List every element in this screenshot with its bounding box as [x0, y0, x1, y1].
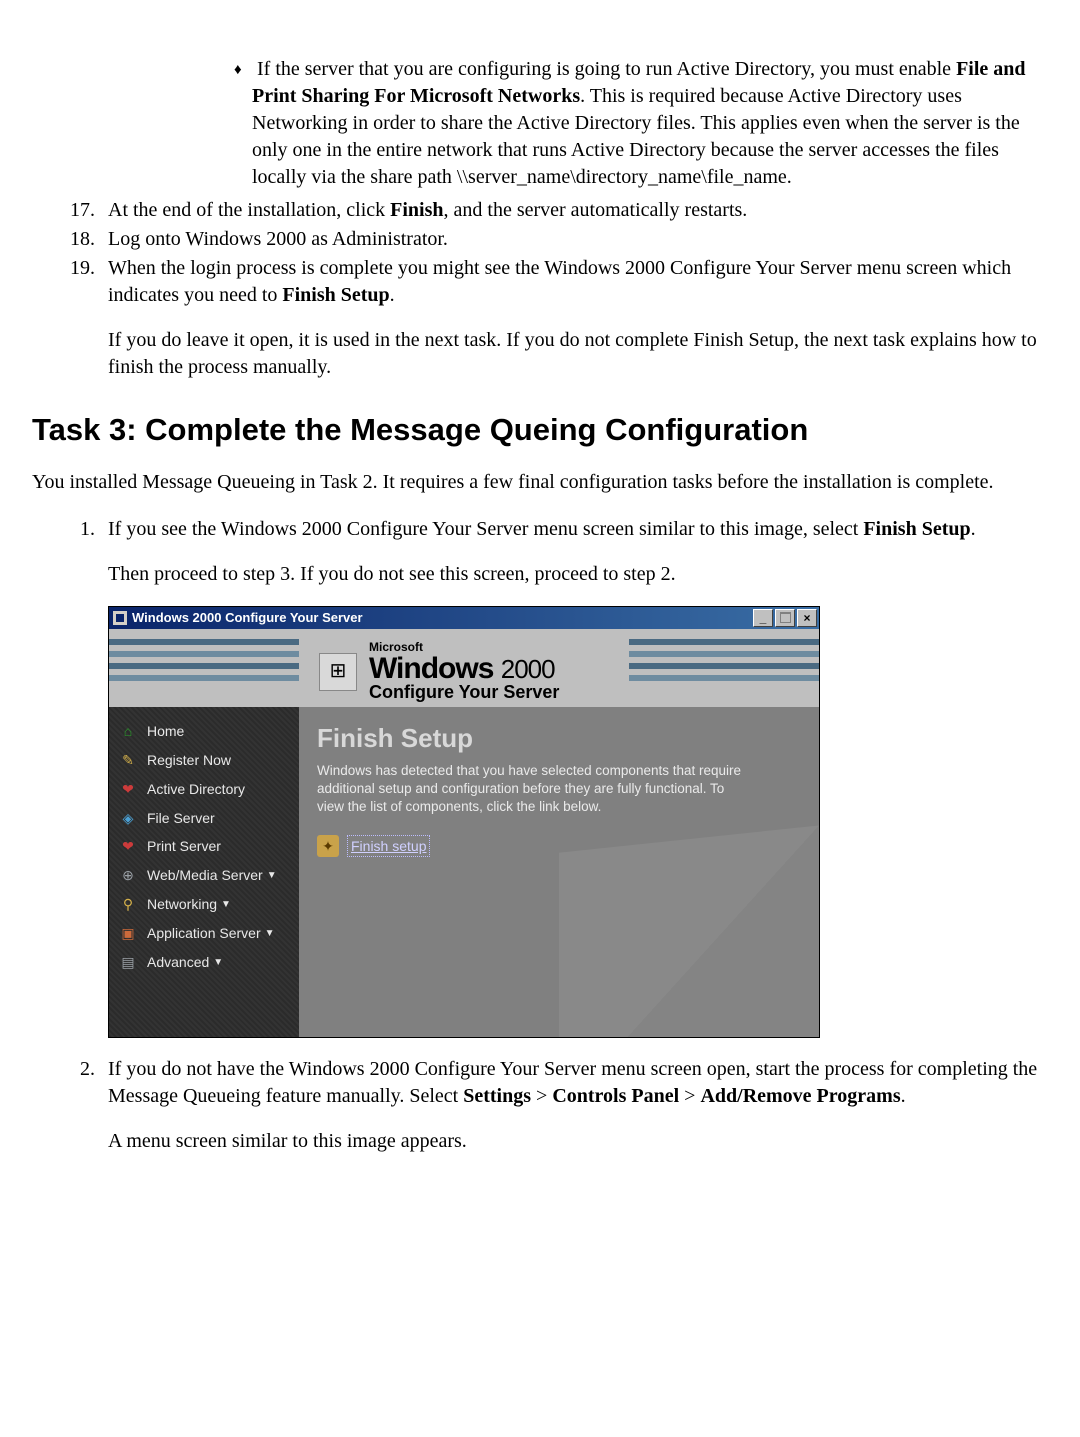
- step-2: If you do not have the Windows 2000 Conf…: [100, 1056, 1048, 1155]
- sidebar-item-label: Print Server: [147, 837, 221, 856]
- step2-b2: Controls Panel: [552, 1085, 679, 1107]
- finish-setup-icon: ✦: [317, 835, 339, 857]
- chevron-down-icon: ▼: [267, 869, 277, 883]
- task-heading: Task 3: Complete the Message Queing Conf…: [32, 409, 1048, 451]
- sidebar-item-app[interactable]: ▣ Application Server ▼: [115, 919, 293, 948]
- finish-setup-row: ✦ Finish setup: [317, 835, 801, 858]
- diamond-bullet: If the server that you are configuring i…: [252, 56, 1048, 191]
- step2-gt2: >: [679, 1085, 700, 1107]
- step2-b1: Settings: [463, 1085, 531, 1107]
- window-app-icon: [113, 611, 127, 625]
- sidebar-item-ad[interactable]: ❤ Active Directory: [115, 775, 293, 804]
- sidebar-item-label: Advanced: [147, 953, 209, 972]
- minimize-button[interactable]: _: [753, 609, 773, 627]
- sidebar-item-label: Application Server: [147, 924, 261, 943]
- sidebar-item-home[interactable]: ⌂ Home: [115, 717, 293, 746]
- step1-a: If you see the Windows 2000 Configure Yo…: [108, 518, 863, 540]
- item17-a: At the end of the installation, click: [108, 199, 390, 221]
- ad-icon: ❤: [119, 780, 137, 798]
- adv-icon: ▤: [119, 953, 137, 971]
- home-icon: ⌂: [119, 722, 137, 740]
- window-body: ⌂ Home ✎ Register Now ❤ Active Directory ◈ File…: [109, 707, 819, 1037]
- step2-after: A menu screen similar to this image appe…: [108, 1128, 1048, 1155]
- finish-setup-link[interactable]: Finish setup: [347, 835, 430, 858]
- banner-logo: Microsoft Windows 2000 Configure Your Se…: [369, 639, 559, 704]
- banner-sub: Configure Your Server: [369, 680, 559, 704]
- maximize-button[interactable]: [775, 609, 795, 627]
- item19-after: If you do leave it open, it is used in t…: [108, 327, 1048, 381]
- sidebar-item-fs[interactable]: ◈ File Server: [115, 804, 293, 833]
- windows-flag-icon: ⊞: [319, 653, 357, 691]
- item17-b: , and the server automatically restarts.: [444, 199, 748, 221]
- task-intro: You installed Message Queueing in Task 2…: [32, 469, 1048, 496]
- chevron-down-icon: ▼: [221, 898, 231, 912]
- app-icon: ▣: [119, 925, 137, 943]
- content-heading: Finish Setup: [317, 721, 801, 756]
- sidebar-item-label: File Server: [147, 809, 215, 828]
- step2-b3: Add/Remove Programs: [700, 1085, 900, 1107]
- window-sidebar: ⌂ Home ✎ Register Now ❤ Active Directory ◈ File…: [109, 707, 299, 1037]
- step1-bold: Finish Setup: [863, 518, 970, 540]
- window-content: Finish Setup Windows has detected that y…: [299, 707, 819, 1037]
- sidebar-item-net[interactable]: ⚲ Networking ▼: [115, 890, 293, 919]
- item18-text: Log onto Windows 2000 as Administrator.: [108, 228, 448, 250]
- sidebar-item-ps[interactable]: ❤ Print Server: [115, 832, 293, 861]
- bullet-text-a: If the server that you are configuring i…: [257, 58, 956, 80]
- sidebar-item-label: Active Directory: [147, 780, 245, 799]
- step-1: If you see the Windows 2000 Configure Yo…: [100, 516, 1048, 1038]
- sidebar-item-label: Home: [147, 722, 184, 741]
- chevron-down-icon: ▼: [265, 927, 275, 941]
- pre-list-block: If the server that you are configuring i…: [32, 56, 1048, 191]
- content-text: Windows has detected that you have selec…: [317, 762, 747, 817]
- fs-icon: ◈: [119, 809, 137, 827]
- win2k-configure-server-window: Windows 2000 Configure Your Server _ × ⊞…: [108, 606, 820, 1038]
- close-button[interactable]: ×: [797, 609, 817, 627]
- ps-icon: ❤: [119, 838, 137, 856]
- item17-bold: Finish: [390, 199, 443, 221]
- step2-c: .: [901, 1085, 906, 1107]
- sidebar-item-label: Web/Media Server: [147, 866, 263, 885]
- step1-b: .: [971, 518, 976, 540]
- window-banner: ⊞ Microsoft Windows 2000 Configure Your …: [109, 629, 819, 707]
- item19-bold: Finish Setup: [282, 284, 389, 306]
- diamond-bullet-list: If the server that you are configuring i…: [32, 56, 1048, 191]
- list-item-17: At the end of the installation, click Fi…: [100, 197, 1048, 224]
- sidebar-item-reg[interactable]: ✎ Register Now: [115, 746, 293, 775]
- task3-steps: If you see the Windows 2000 Configure Yo…: [32, 516, 1048, 1155]
- sidebar-item-web[interactable]: ⊕ Web/Media Server ▼: [115, 861, 293, 890]
- net-icon: ⚲: [119, 896, 137, 914]
- item19-b: .: [390, 284, 395, 306]
- web-icon: ⊕: [119, 867, 137, 885]
- list-item-18: Log onto Windows 2000 as Administrator.: [100, 226, 1048, 253]
- step2-gt1: >: [531, 1085, 552, 1107]
- list-item-19: When the login process is complete you m…: [100, 255, 1048, 381]
- step1-after: Then proceed to step 3. If you do not se…: [108, 561, 1048, 588]
- window-title: Windows 2000 Configure Your Server: [132, 609, 363, 627]
- sidebar-item-adv[interactable]: ▤ Advanced ▼: [115, 948, 293, 977]
- item19-a: When the login process is complete you m…: [108, 257, 1011, 306]
- sidebar-item-label: Networking: [147, 895, 217, 914]
- doc-ordered-list: At the end of the installation, click Fi…: [32, 197, 1048, 381]
- window-titlebar: Windows 2000 Configure Your Server _ ×: [109, 607, 819, 629]
- reg-icon: ✎: [119, 751, 137, 769]
- sidebar-item-label: Register Now: [147, 751, 231, 770]
- chevron-down-icon: ▼: [213, 956, 223, 970]
